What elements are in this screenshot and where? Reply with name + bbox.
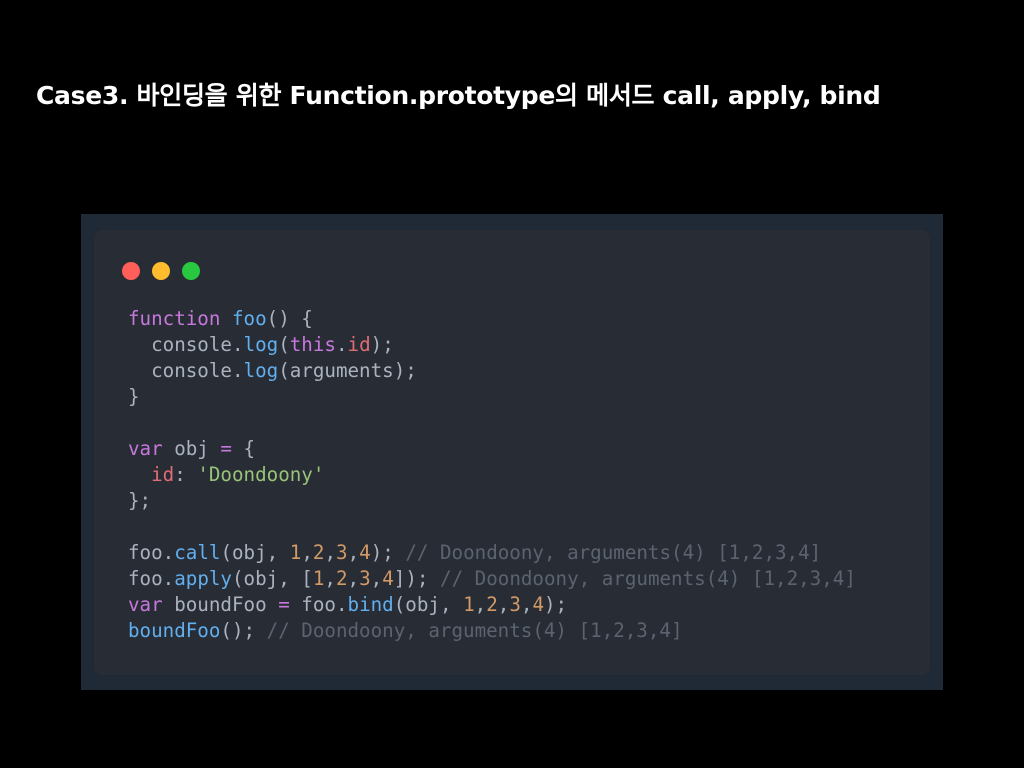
code-token: .: [231, 359, 244, 382]
code-token: console: [128, 333, 232, 356]
close-dot-icon: [122, 262, 140, 280]
code-token: ,: [474, 593, 487, 616]
code-token: ,: [347, 541, 360, 564]
code-token: ();: [220, 619, 267, 642]
code-token: );: [370, 541, 406, 564]
code-line: foo.call(obj, 1,2,3,4); // Doondoony, ar…: [128, 540, 856, 566]
code-token: ,: [520, 593, 533, 616]
code-token: 4: [532, 593, 544, 616]
code-token: this: [289, 333, 336, 356]
code-token: log: [243, 333, 279, 356]
code-line: boundFoo(); // Doondoony, arguments(4) […: [128, 618, 856, 644]
code-token: function: [128, 307, 221, 330]
code-line: foo.apply(obj, [1,2,3,4]); // Doondoony,…: [128, 566, 856, 592]
code-token: (obj,: [220, 541, 290, 564]
code-token: ,: [347, 567, 360, 590]
code-token: =: [220, 437, 232, 460]
code-token: .: [335, 333, 348, 356]
code-token: .: [231, 333, 244, 356]
code-line: };: [128, 488, 856, 514]
code-token: 'Doondoony': [197, 463, 325, 486]
code-token: ,: [324, 567, 336, 590]
code-token: );: [544, 593, 568, 616]
code-token: var: [128, 593, 163, 616]
window-controls: [122, 262, 200, 280]
slide-title: Case3. 바인딩을 위한 Function.prototype의 메서드 c…: [36, 81, 881, 110]
code-line: function foo() {: [128, 306, 856, 332]
code-token: ,: [301, 541, 313, 564]
code-token: 2: [335, 567, 348, 590]
code-token: () {: [266, 307, 313, 330]
code-token: (obj, [: [231, 567, 313, 590]
code-token: boundFoo: [128, 619, 221, 642]
code-token: var: [128, 437, 163, 460]
code-token: // Doondoony, arguments(4) [1,2,3,4]: [405, 541, 822, 564]
code-token: 4: [359, 541, 371, 564]
code-token: // Doondoony, arguments(4) [1,2,3,4]: [440, 567, 856, 590]
code-token: (arguments);: [278, 359, 417, 382]
code-token: id: [347, 333, 371, 356]
code-token: 1: [312, 567, 325, 590]
code-token: :: [174, 463, 198, 486]
code-token: foo: [231, 307, 267, 330]
code-token: foo: [289, 593, 336, 616]
code-token: 3: [509, 593, 521, 616]
code-token: foo: [128, 567, 163, 590]
code-token: 2: [312, 541, 325, 564]
code-token: obj: [162, 437, 221, 460]
code-token: =: [278, 593, 290, 616]
code-token: apply: [174, 567, 232, 590]
code-token: {: [231, 437, 256, 460]
code-token: .: [162, 567, 175, 590]
code-window: function foo() { console.log(this.id); c…: [94, 230, 930, 675]
code-token: id: [151, 463, 175, 486]
code-token: .: [335, 593, 348, 616]
code-token: ,: [324, 541, 336, 564]
code-token: };: [128, 489, 152, 512]
code-token: ,: [370, 567, 383, 590]
code-token: boundFoo: [162, 593, 279, 616]
code-token: foo: [128, 541, 163, 564]
code-line: }: [128, 384, 856, 410]
code-token: );: [370, 333, 394, 356]
code-token: log: [243, 359, 279, 382]
code-token: ]);: [393, 567, 441, 590]
code-token: 3: [359, 567, 371, 590]
slide: Case3. 바인딩을 위한 Function.prototype의 메서드 c…: [0, 0, 1024, 768]
code-token: 3: [336, 541, 348, 564]
code-block: function foo() { console.log(this.id); c…: [128, 306, 856, 644]
code-token: call: [174, 541, 221, 564]
code-line: var boundFoo = foo.bind(obj, 1,2,3,4);: [128, 592, 856, 618]
code-token: .: [162, 541, 175, 564]
code-line: id: 'Doondoony': [128, 462, 856, 488]
code-token: // Doondoony, arguments(4) [1,2,3,4]: [266, 619, 683, 642]
maximize-dot-icon: [182, 262, 200, 280]
code-line: var obj = {: [128, 436, 856, 462]
code-token: 1: [289, 541, 302, 564]
code-token: ,: [497, 593, 510, 616]
minimize-dot-icon: [152, 262, 170, 280]
code-token: 2: [486, 593, 498, 616]
code-token: bind: [347, 593, 394, 616]
code-line: console.log(arguments);: [128, 358, 856, 384]
code-token: (: [278, 333, 290, 356]
code-line: console.log(this.id);: [128, 332, 856, 358]
code-token: console: [128, 359, 232, 382]
code-token: 4: [382, 567, 394, 590]
code-frame: function foo() { console.log(this.id); c…: [81, 214, 943, 690]
code-token: }: [128, 385, 140, 408]
code-token: 1: [463, 593, 475, 616]
code-token: (obj,: [393, 593, 464, 616]
